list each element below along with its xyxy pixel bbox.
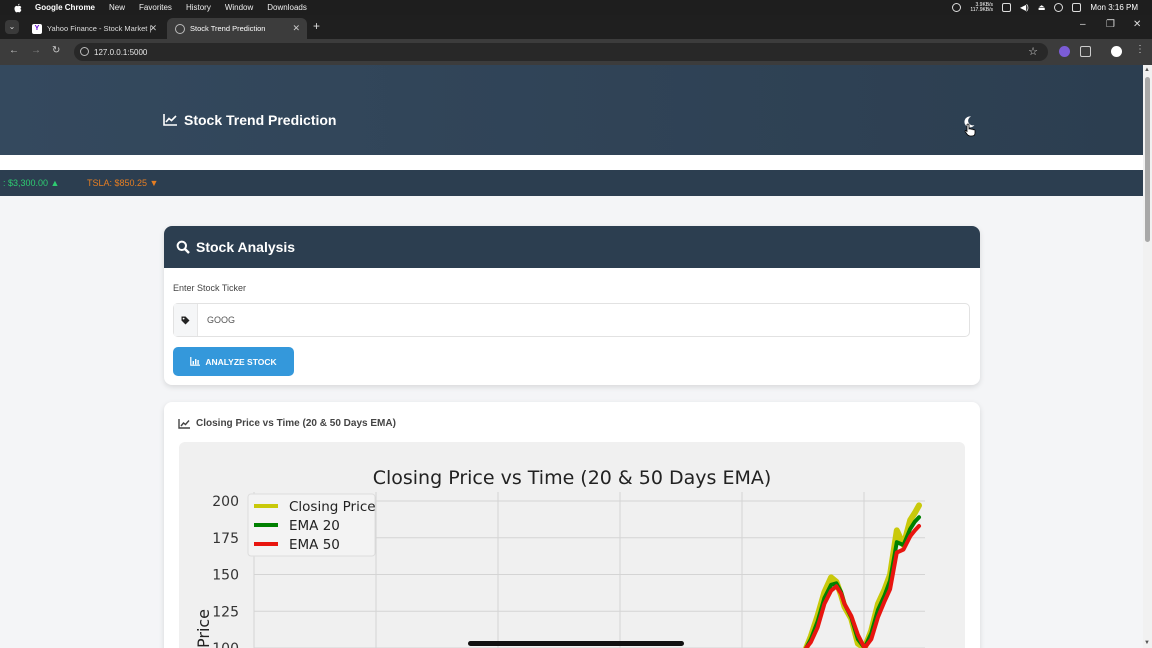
menu-bar: Google Chrome New Favorites History Wind…	[0, 0, 1152, 15]
tab-strip: ⌄ Y Yahoo Finance - Stock Market | ✕ Sto…	[0, 15, 1152, 39]
browser-toolbar: ← → ↻ 127.0.0.1:5000 ☆ ⋮	[0, 39, 1152, 65]
series-line-closing-price	[803, 502, 922, 648]
ticker-input-value: GOOG	[207, 315, 236, 325]
tab-yahoo-finance[interactable]: Y Yahoo Finance - Stock Market | ✕	[24, 18, 164, 39]
home-indicator	[468, 641, 684, 646]
legend-label: EMA 20	[289, 518, 340, 534]
card-title: Stock Analysis	[196, 239, 296, 255]
y-tick-label: 100	[212, 641, 239, 648]
brand[interactable]: Stock Trend Prediction	[163, 112, 336, 128]
stock-ticker-bar: : $3,300.00 ▲ TSLA: $850.25 ▼	[0, 170, 1143, 196]
y-tick-label: 125	[212, 604, 239, 620]
profile-icon[interactable]	[1111, 46, 1122, 57]
search-icon	[176, 240, 190, 254]
ticker-input[interactable]: GOOG	[173, 303, 970, 337]
yahoo-favicon-icon: Y	[32, 23, 42, 34]
site-header: Stock Trend Prediction	[0, 65, 1143, 155]
forward-icon[interactable]: →	[31, 45, 41, 56]
search-icon[interactable]	[1054, 3, 1064, 12]
display-icon[interactable]	[1002, 3, 1012, 12]
ema-chart-card: Closing Price vs Time (20 & 50 Days EMA)…	[164, 402, 980, 648]
chart-card-title-text: Closing Price vs Time (20 & 50 Days EMA)	[196, 418, 396, 429]
extensions-icon[interactable]	[1080, 46, 1091, 57]
apple-icon[interactable]	[13, 3, 23, 13]
scrollbar-thumb[interactable]	[1145, 77, 1150, 242]
reload-icon[interactable]: ↻	[52, 45, 60, 56]
analyze-button-label: ANALYZE STOCK	[205, 356, 277, 367]
web-page: Stock Trend Prediction : $3,300.00 ▲ TSL…	[0, 65, 1143, 648]
ticker-item: : $3,300.00 ▲	[3, 178, 60, 188]
user-icon[interactable]	[952, 3, 962, 12]
tab-title: Yahoo Finance - Stock Market |	[47, 24, 152, 33]
url-text: 127.0.0.1:5000	[94, 47, 148, 57]
control-center-icon[interactable]	[1072, 3, 1082, 12]
y-tick-label: 175	[212, 531, 239, 547]
menu-item-new[interactable]: New	[109, 3, 125, 12]
site-info-icon[interactable]	[80, 47, 89, 56]
menu-item-downloads[interactable]: Downloads	[267, 3, 307, 12]
back-icon[interactable]: ←	[9, 45, 19, 56]
bookmark-star-icon[interactable]: ☆	[1028, 45, 1038, 58]
tab-stock-trend[interactable]: Stock Trend Prediction ✕	[167, 18, 307, 39]
chart-card-title: Closing Price vs Time (20 & 50 Days EMA)	[178, 418, 396, 429]
tab-search-button[interactable]: ⌄	[5, 20, 19, 34]
input-addon	[174, 304, 198, 336]
chart-line-icon	[178, 418, 190, 429]
card-header: Stock Analysis	[164, 226, 980, 268]
new-tab-button[interactable]: +	[313, 19, 320, 33]
stock-analysis-card: Stock Analysis Enter Stock Ticker GOOG A…	[164, 226, 980, 385]
menu-item-window[interactable]: Window	[225, 3, 253, 12]
hand-cursor-icon	[964, 123, 976, 137]
address-bar[interactable]: 127.0.0.1:5000 ☆	[74, 43, 1048, 61]
close-tab-icon[interactable]: ✕	[292, 23, 300, 34]
analyze-stock-button[interactable]: ANALYZE STOCK	[173, 347, 294, 376]
header-divider	[0, 155, 1143, 170]
page-scrollbar[interactable]: ▲ ▼	[1143, 65, 1152, 648]
scroll-up-icon[interactable]: ▲	[1144, 67, 1150, 73]
tab-title: Stock Trend Prediction	[190, 24, 266, 33]
network-speed: 3.9KB/s 117.9KB/s	[970, 2, 994, 13]
legend-label: Closing Price	[289, 499, 376, 515]
menu-item-history[interactable]: History	[186, 3, 211, 12]
chart-line-icon	[163, 114, 177, 126]
restore-icon[interactable]: ❐	[1106, 19, 1115, 30]
extension-avatar-icon[interactable]	[1059, 46, 1070, 57]
more-menu-icon[interactable]: ⋮	[1135, 44, 1145, 55]
globe-favicon-icon	[175, 23, 185, 34]
chart-bar-icon	[190, 357, 201, 366]
ticker-input-label: Enter Stock Ticker	[173, 283, 247, 293]
menu-item-favorites[interactable]: Favorites	[139, 3, 172, 12]
chart-svg: Closing Price vs Time (20 & 50 Days EMA)…	[194, 467, 925, 648]
clock[interactable]: Mon 3:16 PM	[1090, 3, 1138, 12]
brand-title: Stock Trend Prediction	[184, 112, 337, 128]
legend-label: EMA 50	[289, 537, 340, 553]
eject-icon[interactable]: ⏏	[1038, 3, 1046, 12]
y-tick-label: 200	[212, 494, 239, 510]
chart-plot-frame: Closing Price vs Time (20 & 50 Days EMA)…	[179, 442, 965, 648]
scroll-down-icon[interactable]: ▼	[1144, 640, 1150, 646]
volume-icon[interactable]: ◀)	[1020, 3, 1029, 12]
ticker-item: TSLA: $850.25 ▼	[87, 178, 159, 188]
minimize-icon[interactable]: –	[1080, 19, 1086, 30]
net-down: 117.9KB/s	[970, 6, 994, 13]
y-tick-label: 150	[212, 568, 239, 584]
chart-title: Closing Price vs Time (20 & 50 Days EMA)	[373, 467, 772, 489]
app-menu-name[interactable]: Google Chrome	[35, 3, 95, 12]
tag-icon	[181, 316, 190, 325]
close-tab-icon[interactable]: ✕	[149, 23, 157, 34]
close-window-icon[interactable]: ✕	[1133, 19, 1141, 30]
y-axis-label: Price	[194, 609, 213, 648]
